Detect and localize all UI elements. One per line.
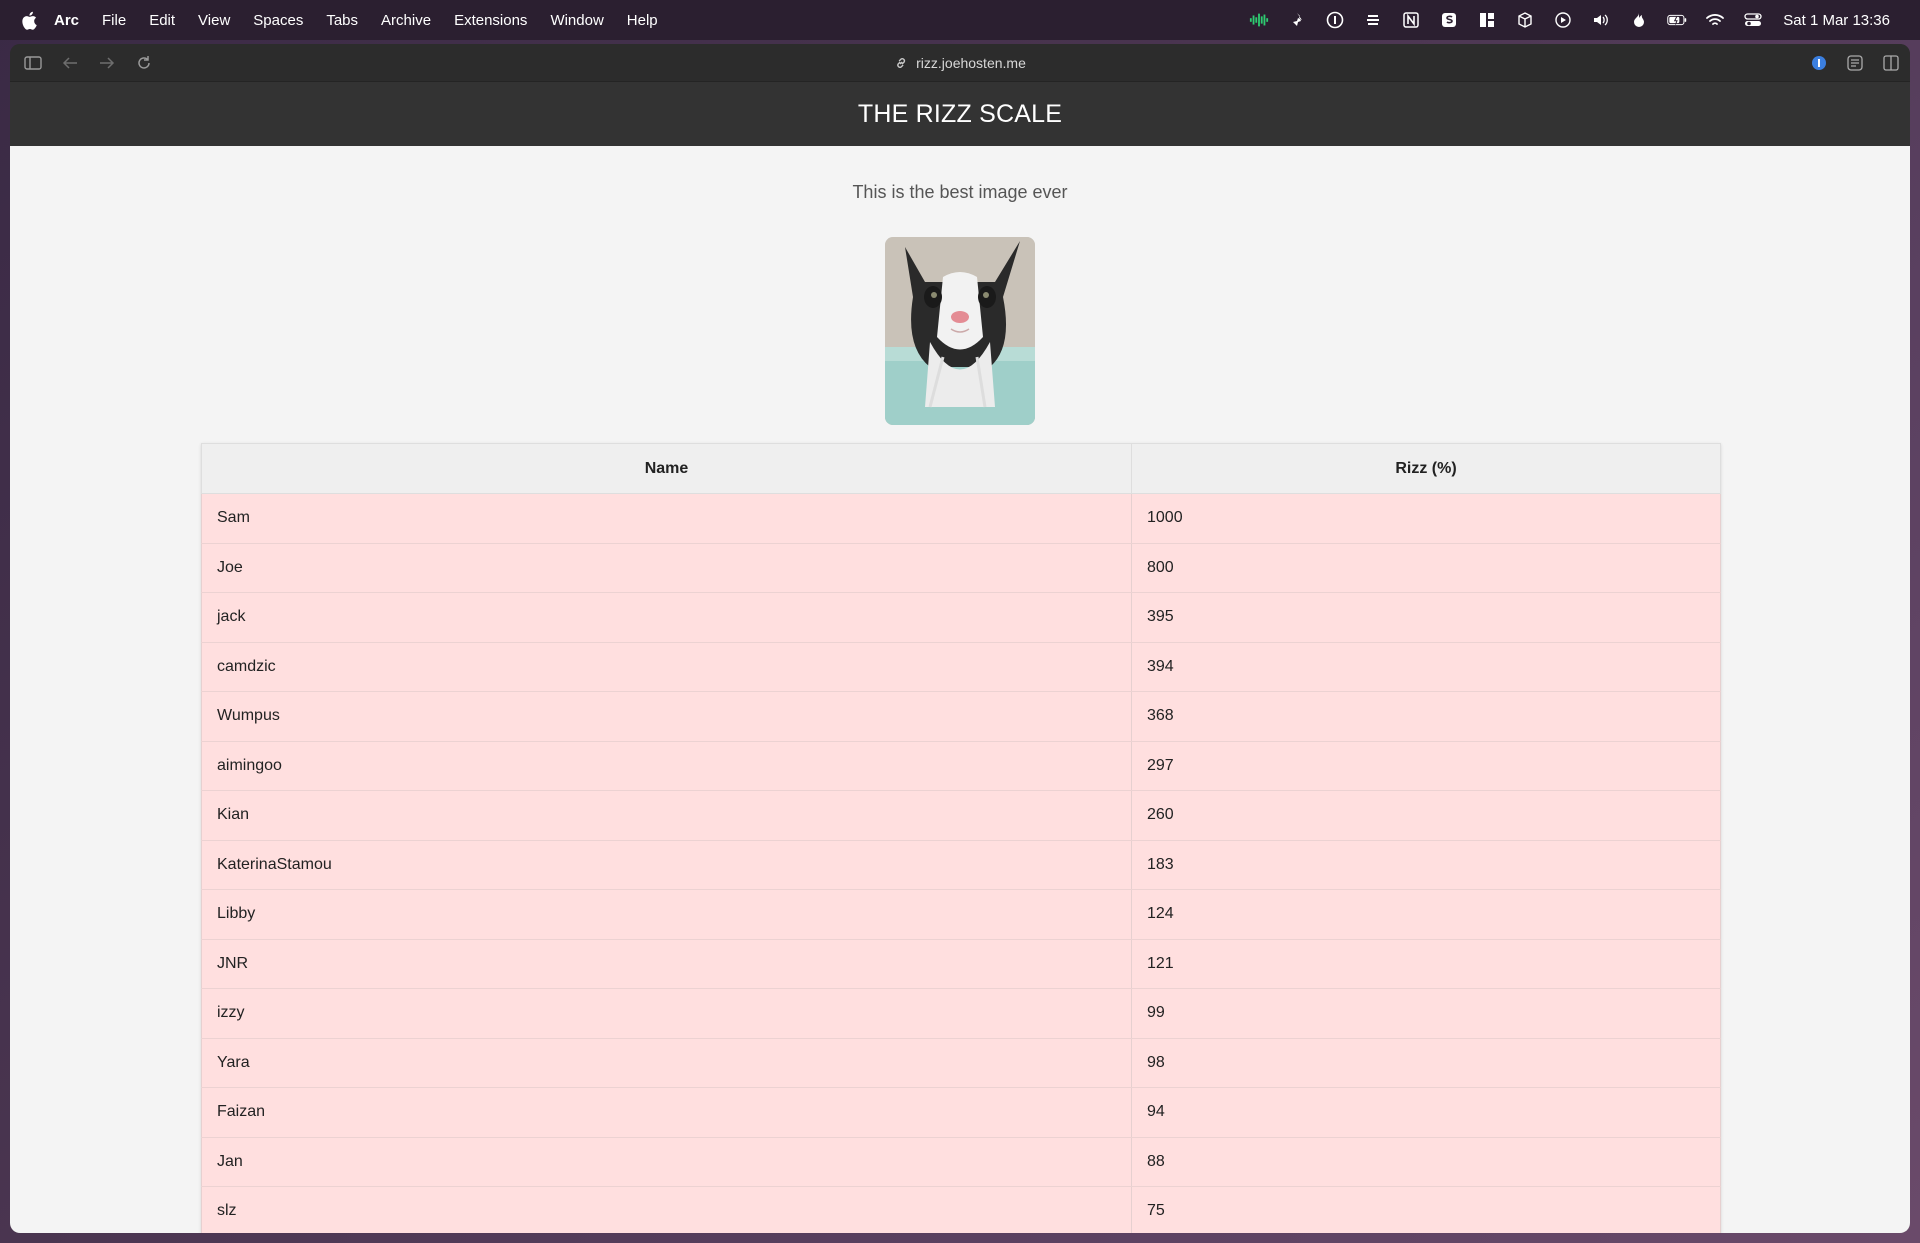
page-subtitle: This is the best image ever xyxy=(852,182,1068,202)
cell-rizz: 99 xyxy=(1131,988,1721,1039)
cell-name: camdzic xyxy=(201,641,1132,692)
back-arrow-icon[interactable] xyxy=(59,52,81,74)
browser-window: rizz.joehosten.me THE RIZZ SCALE This is… xyxy=(10,44,1910,1233)
notion-icon[interactable] xyxy=(1401,10,1421,30)
menu-file[interactable]: File xyxy=(102,12,126,29)
box-icon[interactable] xyxy=(1515,10,1535,30)
cell-rizz: 121 xyxy=(1131,938,1721,989)
status-area: Sat 1 Mar 13:36 xyxy=(1231,0,1890,40)
window-layout-icon[interactable] xyxy=(1477,10,1497,30)
cell-rizz: 1000 xyxy=(1131,493,1721,544)
cell-rizz: 260 xyxy=(1131,790,1721,841)
clock[interactable]: Sat 1 Mar 13:36 xyxy=(1783,12,1890,29)
menu-archive[interactable]: Archive xyxy=(381,12,431,29)
split-view-icon[interactable] xyxy=(1880,52,1902,74)
menu-bar: Arc File Edit View Spaces Tabs Archive E… xyxy=(0,0,1920,40)
menu-spaces[interactable]: Spaces xyxy=(253,12,303,29)
stack-icon[interactable] xyxy=(1363,10,1383,30)
password-extension-icon[interactable] xyxy=(1808,52,1830,74)
cell-name: JNR xyxy=(201,938,1132,989)
table-row: Joe 800 xyxy=(201,542,1721,593)
table-row: Libby 124 xyxy=(201,889,1721,940)
cat-photo xyxy=(885,237,1035,425)
cell-name: Faizan xyxy=(201,1087,1132,1138)
play-icon[interactable] xyxy=(1553,10,1573,30)
cell-name: Sam xyxy=(201,493,1132,544)
control-center-icon[interactable] xyxy=(1743,10,1763,30)
cell-rizz: 394 xyxy=(1131,641,1721,692)
cell-name: Jan xyxy=(201,1136,1132,1187)
cell-name: Yara xyxy=(201,1037,1132,1088)
wifi-icon[interactable] xyxy=(1705,10,1725,30)
page-title: THE RIZZ SCALE xyxy=(857,99,1063,128)
cell-name: aimingoo xyxy=(201,740,1132,791)
cell-rizz: 395 xyxy=(1131,592,1721,643)
pin-icon[interactable] xyxy=(1287,10,1307,30)
site-header: THE RIZZ SCALE xyxy=(10,82,1910,146)
table-row: camdzic 394 xyxy=(201,641,1721,692)
table-row: jack 395 xyxy=(201,592,1721,643)
sidebar-toggle-icon[interactable] xyxy=(22,52,44,74)
cell-name: Kian xyxy=(201,790,1132,841)
cell-rizz: 88 xyxy=(1131,1136,1721,1187)
cell-name: jack xyxy=(201,592,1132,643)
table-row: Yara 98 xyxy=(201,1037,1721,1088)
table-header-row: Name Rizz (%) xyxy=(201,443,1721,494)
password-manager-icon[interactable] xyxy=(1325,10,1345,30)
menu-view[interactable]: View xyxy=(198,12,230,29)
battery-icon[interactable] xyxy=(1667,10,1687,30)
app-s-icon[interactable] xyxy=(1439,10,1459,30)
menu-app-name[interactable]: Arc xyxy=(54,12,79,29)
table-row: Faizan 94 xyxy=(201,1087,1721,1138)
rizz-table: Name Rizz (%) Sam 1000 Joe 800 jack 395 camdzi… xyxy=(201,443,1721,1233)
cell-name: Joe xyxy=(201,542,1132,593)
reload-icon[interactable] xyxy=(133,52,155,74)
cell-rizz: 94 xyxy=(1131,1087,1721,1138)
menu-window[interactable]: Window xyxy=(550,12,603,29)
audio-waveform-icon[interactable] xyxy=(1249,10,1269,30)
cell-rizz: 800 xyxy=(1131,542,1721,593)
column-header-name[interactable]: Name xyxy=(201,443,1132,494)
column-header-rizz[interactable]: Rizz (%) xyxy=(1131,443,1721,494)
cell-rizz: 75 xyxy=(1131,1186,1721,1233)
cell-rizz: 124 xyxy=(1131,889,1721,940)
apple-logo-icon[interactable] xyxy=(20,10,38,30)
table-row: Jan 88 xyxy=(201,1136,1721,1187)
address-bar[interactable]: rizz.joehosten.me xyxy=(894,55,1026,71)
menu-extensions[interactable]: Extensions xyxy=(454,12,527,29)
menu-edit[interactable]: Edit xyxy=(149,12,175,29)
flame-icon[interactable] xyxy=(1629,10,1649,30)
table-row: JNR 121 xyxy=(201,938,1721,989)
table-row: Wumpus 368 xyxy=(201,691,1721,742)
link-icon xyxy=(894,56,908,70)
cell-name: KaterinaStamou xyxy=(201,839,1132,890)
table-row: aimingoo 297 xyxy=(201,740,1721,791)
table-row: izzy 99 xyxy=(201,988,1721,1039)
menu-help[interactable]: Help xyxy=(627,12,658,29)
menu-tabs[interactable]: Tabs xyxy=(326,12,358,29)
url-text: rizz.joehosten.me xyxy=(916,54,1026,71)
table-row: Kian 260 xyxy=(201,790,1721,841)
page-content: This is the best image ever Name Rizz (%… xyxy=(10,146,1910,1233)
forward-arrow-icon[interactable] xyxy=(96,52,118,74)
cell-rizz: 297 xyxy=(1131,740,1721,791)
table-row: slz 75 xyxy=(201,1186,1721,1233)
table-row: Sam 1000 xyxy=(201,493,1721,544)
cell-rizz: 98 xyxy=(1131,1037,1721,1088)
cell-name: izzy xyxy=(201,988,1132,1039)
browser-toolbar: rizz.joehosten.me xyxy=(10,44,1910,82)
cell-name: Wumpus xyxy=(201,691,1132,742)
reader-mode-icon[interactable] xyxy=(1844,52,1866,74)
cell-rizz: 183 xyxy=(1131,839,1721,890)
volume-icon[interactable] xyxy=(1591,10,1611,30)
table-row: KaterinaStamou 183 xyxy=(201,839,1721,890)
cell-name: Libby xyxy=(201,889,1132,940)
cell-rizz: 368 xyxy=(1131,691,1721,742)
cell-name: slz xyxy=(201,1186,1132,1233)
